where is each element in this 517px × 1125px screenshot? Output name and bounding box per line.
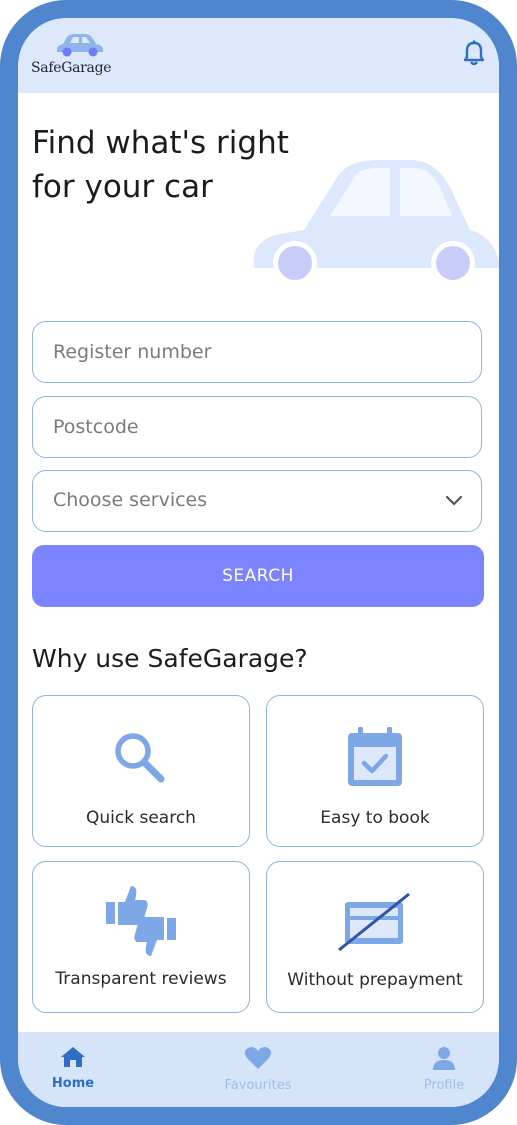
- notifications-button[interactable]: [463, 40, 485, 70]
- search-icon: [115, 733, 165, 783]
- feature-card-easy-to-book[interactable]: Easy to book: [266, 695, 484, 847]
- register-number-input[interactable]: [33, 322, 481, 382]
- profile-icon: [433, 1047, 455, 1070]
- postcode-field[interactable]: [32, 396, 482, 458]
- tab-home[interactable]: Home: [28, 1046, 118, 1091]
- heart-icon: [244, 1046, 272, 1069]
- home-icon: [61, 1047, 85, 1067]
- calendar-check-icon: [348, 727, 402, 786]
- app-header: SafeGarage: [18, 18, 499, 93]
- feature-card-label: Without prepayment: [287, 970, 463, 990]
- feature-card-quick-search[interactable]: Quick search: [32, 695, 250, 847]
- thumbs-icon: [106, 886, 176, 956]
- why-title: Why use SafeGarage?: [32, 644, 308, 673]
- feature-card-transparent-reviews[interactable]: Transparent reviews: [32, 861, 250, 1013]
- tab-home-label: Home: [51, 1076, 95, 1091]
- feature-card-label: Transparent reviews: [55, 969, 227, 989]
- tab-favourites-label: Favourites: [224, 1078, 292, 1093]
- tab-favourites[interactable]: Favourites: [213, 1046, 303, 1093]
- services-select-value: Choose services: [53, 489, 208, 511]
- car-icon: [57, 34, 103, 57]
- tab-profile-label: Profile: [423, 1078, 465, 1093]
- hero-title-line2: for your car: [32, 169, 213, 205]
- feature-card-label: Easy to book: [320, 808, 430, 828]
- phone-frame: SafeGarage Find what's right for your ca…: [0, 0, 517, 1125]
- feature-card-without-prepayment[interactable]: Without prepayment: [266, 861, 484, 1013]
- feature-card-label: Quick search: [86, 808, 196, 828]
- chevron-down-icon: [445, 495, 463, 506]
- logo[interactable]: SafeGarage: [31, 33, 131, 83]
- postcode-input[interactable]: [33, 397, 481, 457]
- tab-profile[interactable]: Profile: [399, 1046, 489, 1093]
- no-card-icon: [338, 892, 410, 952]
- bottom-tab-bar: Home Favourites Profile: [18, 1032, 499, 1107]
- car-illustration: [253, 160, 499, 283]
- register-number-field[interactable]: [32, 321, 482, 383]
- app-screen: SafeGarage Find what's right for your ca…: [18, 18, 499, 1107]
- hero-title-line1: Find what's right: [32, 125, 289, 161]
- bell-icon: [463, 40, 485, 66]
- logo-text: SafeGarage: [31, 60, 112, 76]
- services-select[interactable]: Choose services: [32, 470, 482, 532]
- search-button[interactable]: SEARCH: [32, 545, 484, 607]
